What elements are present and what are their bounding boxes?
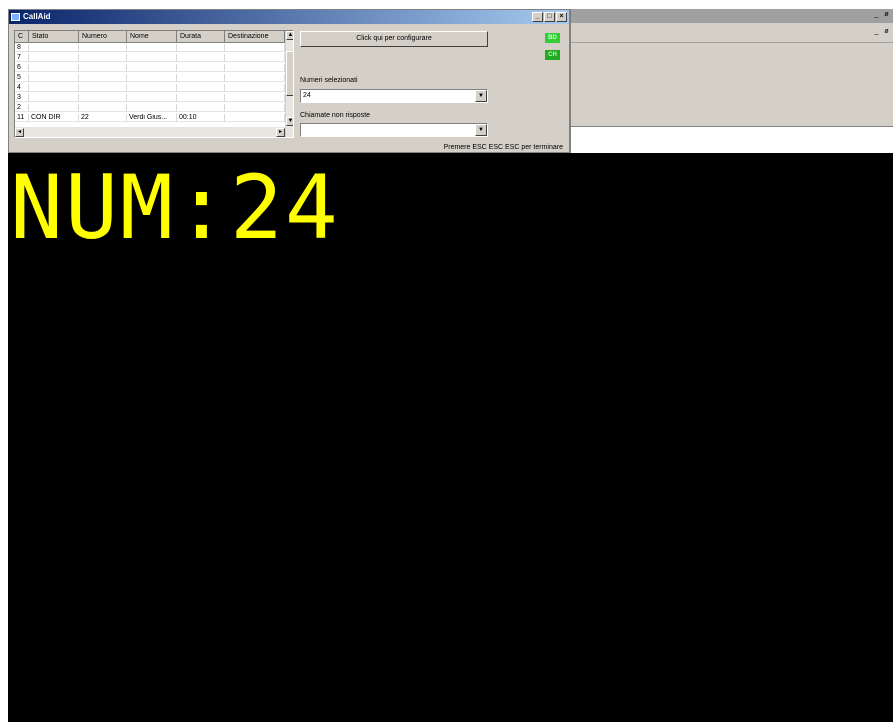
numeri-select[interactable]: 24 ▼: [300, 89, 488, 103]
scroll-down-button[interactable]: ▼: [286, 117, 293, 126]
background-window: _ ø _ ø: [570, 9, 893, 154]
table-row[interactable]: 6: [15, 64, 285, 72]
minimize-button[interactable]: _: [532, 12, 543, 22]
table-cell-durata: [177, 74, 225, 82]
title-bar[interactable]: CallAid _ □ ×: [9, 10, 569, 24]
numeri-value: 24: [303, 92, 311, 99]
table-cell-nome: [127, 94, 177, 102]
table-cell-numero: [79, 94, 127, 102]
table-cell-nome: [127, 64, 177, 72]
callaid-window: CallAid _ □ × C Stato Numero Nome Durata…: [8, 9, 570, 153]
table-cell-stato: [29, 94, 79, 102]
ch-indicator: CH: [545, 50, 560, 60]
minimize-button[interactable]: _: [872, 28, 881, 37]
table-cell-numero: [79, 84, 127, 92]
table-row[interactable]: 8: [15, 44, 285, 52]
column-header-durata[interactable]: Durata: [177, 31, 225, 43]
chiamate-select[interactable]: ▼: [300, 123, 488, 137]
calls-grid[interactable]: C Stato Numero Nome Durata Destinazione …: [14, 30, 294, 138]
grid-header: C Stato Numero Nome Durata Destinazione: [15, 31, 285, 43]
table-cell-durata: [177, 44, 225, 52]
table-cell-numero: [79, 44, 127, 52]
table-cell-nome: [127, 104, 177, 112]
scroll-up-button[interactable]: ▲: [286, 31, 293, 40]
table-cell-c: 6: [15, 64, 29, 72]
table-cell-durata: [177, 94, 225, 102]
bd-indicator: BD: [545, 33, 560, 43]
table-cell-dest: [225, 74, 285, 82]
table-cell-durata: [177, 54, 225, 62]
table-cell-dest: [225, 104, 285, 112]
table-row[interactable]: 5: [15, 74, 285, 82]
table-cell-dest: [225, 64, 285, 72]
table-cell-c: 11: [15, 114, 29, 122]
table-cell-durata: [177, 64, 225, 72]
table-cell-numero: 22: [79, 114, 127, 122]
table-cell-numero: [79, 104, 127, 112]
table-cell-durata: [177, 104, 225, 112]
table-cell-dest: [225, 94, 285, 102]
table-cell-numero: [79, 54, 127, 62]
column-header-destinazione[interactable]: Destinazione: [225, 31, 285, 43]
table-cell-stato: [29, 44, 79, 52]
app-icon: [11, 13, 20, 21]
table-row[interactable]: 11 CON DIR 22 Verdi Gius... 00:10: [15, 114, 285, 122]
table-row[interactable]: 3: [15, 94, 285, 102]
table-cell-numero: [79, 64, 127, 72]
table-cell-nome: [127, 84, 177, 92]
table-cell-dest: [225, 84, 285, 92]
table-cell-nome: [127, 44, 177, 52]
background-content: [571, 126, 893, 154]
table-row[interactable]: 7: [15, 54, 285, 62]
table-cell-nome: [127, 54, 177, 62]
table-row[interactable]: 2: [15, 104, 285, 112]
table-cell-dest: [225, 54, 285, 62]
restore-button[interactable]: ø: [882, 11, 891, 20]
scroll-left-button[interactable]: ◂: [15, 128, 24, 137]
table-cell-c: 8: [15, 44, 29, 52]
table-cell-nome: Verdi Gius...: [127, 114, 177, 122]
restore-button[interactable]: ø: [882, 28, 891, 37]
close-button[interactable]: ×: [556, 12, 567, 22]
table-cell-c: 5: [15, 74, 29, 82]
column-header-c[interactable]: C: [15, 31, 29, 43]
table-cell-durata: 00:10: [177, 114, 225, 122]
column-header-stato[interactable]: Stato: [29, 31, 79, 43]
table-cell-stato: [29, 104, 79, 112]
chiamate-label: Chiamate non risposte: [300, 112, 371, 119]
table-cell-c: 3: [15, 94, 29, 102]
scroll-thumb[interactable]: [286, 51, 293, 96]
window-title: CallAid: [23, 12, 51, 21]
status-text: Premere ESC ESC ESC per terminare: [443, 144, 563, 151]
minimize-button[interactable]: _: [872, 11, 881, 20]
background-title-bar[interactable]: _ ø: [571, 9, 893, 23]
table-cell-c: 4: [15, 84, 29, 92]
column-header-numero[interactable]: Numero: [79, 31, 127, 43]
chevron-down-icon[interactable]: ▼: [475, 124, 487, 136]
table-cell-dest: [225, 114, 285, 122]
table-row[interactable]: 4: [15, 84, 285, 92]
table-cell-stato: [29, 54, 79, 62]
grid-vertical-scrollbar[interactable]: ▲ ▼: [285, 31, 293, 137]
background-menu-bar: _ ø: [571, 24, 893, 43]
table-cell-stato: [29, 74, 79, 82]
configure-button[interactable]: Click qui per configurare: [300, 31, 488, 47]
table-cell-stato: CON DIR: [29, 114, 79, 122]
table-cell-c: 2: [15, 104, 29, 112]
scroll-right-button[interactable]: ▸: [276, 128, 285, 137]
maximize-button[interactable]: □: [544, 12, 555, 22]
table-cell-dest: [225, 44, 285, 52]
chevron-down-icon[interactable]: ▼: [475, 90, 487, 102]
table-cell-nome: [127, 74, 177, 82]
table-cell-numero: [79, 74, 127, 82]
grid-horizontal-scrollbar[interactable]: ◂ ▸: [15, 127, 285, 137]
number-display: NUM:24: [10, 156, 340, 259]
numeri-label: Numeri selezionati: [300, 77, 358, 84]
table-cell-c: 7: [15, 54, 29, 62]
table-cell-stato: [29, 84, 79, 92]
column-header-nome[interactable]: Nome: [127, 31, 177, 43]
table-cell-stato: [29, 64, 79, 72]
table-cell-durata: [177, 84, 225, 92]
